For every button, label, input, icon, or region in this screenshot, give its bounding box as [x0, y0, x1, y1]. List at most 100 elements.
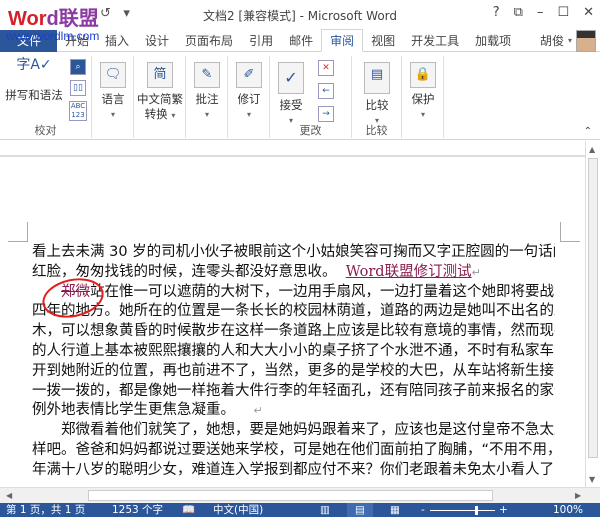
chevron-down-icon: ▾ — [204, 110, 209, 119]
compare-button[interactable]: ▤ 比较 ▾ — [360, 62, 394, 128]
chevron-down-icon: ▾ — [420, 110, 425, 119]
collapse-ribbon-button[interactable]: ⌃ — [584, 126, 592, 137]
tab-addins[interactable]: 加载项 — [467, 30, 519, 52]
compare-icon: ▤ — [364, 62, 390, 94]
status-bar: 第 1 页，共 1 页 1253 个字 📖 中文(中国) ▥ ▤ ▦ - + 1… — [0, 503, 600, 517]
page-indicator[interactable]: 第 1 页，共 1 页 — [6, 503, 85, 517]
group-changes: ✓ 接受 ▾ ✕ ← → 更改 — [270, 56, 352, 138]
zoom-in-button[interactable]: + — [499, 503, 508, 517]
track-changes-icon: ✐ — [236, 62, 262, 88]
proofing-status-icon[interactable]: 📖 — [182, 503, 195, 517]
language-label: 语言 — [101, 92, 125, 106]
text-line: 木，可以想象黄昏的时候散步在这样一条道路上应该是比较有意境的事情，然而现在整条路 — [32, 323, 555, 340]
group-language: 🗨 语言 ▾ — [92, 56, 134, 138]
spelling-label: 拼写和语法 — [5, 88, 63, 102]
help-button[interactable]: ? — [493, 5, 500, 20]
paragraph-mark: ↵ — [471, 265, 481, 279]
maximize-button[interactable]: ☐ — [557, 5, 569, 20]
reject-icon[interactable]: ✕ — [318, 60, 334, 76]
word-count[interactable]: 1253 个字 — [112, 503, 163, 517]
watermark-url: www.wordlm.com — [6, 29, 100, 43]
horizontal-scrollbar[interactable]: ◀ ▶ — [0, 487, 600, 503]
watermark-logo: Word联盟 — [8, 8, 99, 30]
zoom-slider[interactable] — [430, 510, 495, 511]
web-layout-icon[interactable]: ▦ — [390, 503, 400, 517]
ruler-area — [0, 141, 585, 157]
text-line: 开到她附近的位置，再也前进不了，当然，更多的是学校的大巴，从车站将新生接了过来， — [32, 362, 555, 379]
research-icon[interactable]: ⌕ — [70, 59, 86, 75]
protect-label: 保护 — [411, 92, 435, 106]
track-changes-button[interactable]: ✐ 修订 ▾ — [234, 62, 264, 122]
text-line: 郑微站在惟一可以遮荫的大树下，一边用手扇风，一边打量着这个她即将要战斗和生活 — [61, 283, 555, 300]
group-label: 比较 — [365, 124, 388, 137]
accept-label: 接受 — [279, 98, 303, 112]
accept-icon: ✓ — [278, 62, 304, 94]
margin-corner — [560, 222, 580, 242]
close-button[interactable]: ✕ — [583, 5, 594, 20]
text-line: 的人行道上基本被熙熙攘攘的人和大大小小的桌子挤了个水泄不通，不时有私家车、出租车 — [32, 342, 555, 359]
group-proofing: 字A✓ 拼写和语法 ⌕ ▯▯ ABC 123 校对 — [0, 56, 92, 138]
user-account[interactable]: 胡俊 ▾ — [540, 29, 600, 52]
accept-button[interactable]: ✓ 接受 ▾ — [276, 62, 306, 128]
conversion-label: 中文简繁 — [137, 92, 183, 106]
tab-developer[interactable]: 开发工具 — [403, 30, 467, 52]
text-line: 例外地表情比学生更焦急凝重。 ↵ — [32, 402, 263, 419]
tab-layout[interactable]: 页面布局 — [177, 30, 241, 52]
scroll-up-icon[interactable]: ▲ — [589, 145, 595, 154]
text-line: 红脸，匆匆找钱的时候，连零头都没好意思收。 Word联盟修订测试↵ — [32, 263, 481, 280]
protect-button[interactable]: 🔒 保护 ▾ — [408, 62, 438, 122]
document-text[interactable]: 看上去未满 30 岁的司机小伙子被眼前这个小姑娘笑容可掬而又字正腔圆的一句话闹了… — [32, 243, 555, 481]
track-label: 修订 — [237, 92, 261, 106]
tab-mailings[interactable]: 邮件 — [281, 30, 321, 52]
scroll-right-icon[interactable]: ▶ — [575, 491, 581, 500]
language-button[interactable]: 🗨 语言 ▾ — [98, 62, 128, 122]
zoom-slider-thumb[interactable] — [475, 506, 478, 515]
group-comments: ✎ 批注 ▾ — [186, 56, 228, 138]
tab-references[interactable]: 引用 — [241, 30, 281, 52]
margin-corner — [8, 222, 28, 242]
previous-change-icon[interactable]: ← — [318, 83, 334, 99]
group-label: 更改 — [299, 124, 322, 137]
document-page[interactable]: 看上去未满 30 岁的司机小伙子被眼前这个小姑娘笑容可掬而又字正腔圆的一句话闹了… — [0, 159, 585, 487]
compare-label: 比较 — [365, 98, 389, 112]
print-layout-icon[interactable]: ▤ — [347, 503, 373, 517]
text-line: 年满十八岁的聪明少女，难道连入学报到都应付不来？你们老跟着未免太小看人了，别忘了 — [32, 461, 555, 478]
next-change-icon[interactable]: → — [318, 106, 334, 122]
text-line: 看上去未满 30 岁的司机小伙子被眼前这个小姑娘笑容可掬而又字正腔圆的一句话闹了… — [32, 244, 555, 260]
word-count-icon[interactable]: ABC 123 — [69, 101, 87, 121]
minimize-button[interactable]: – — [537, 5, 544, 20]
paragraph-mark: ↵ — [253, 404, 263, 418]
chevron-down-icon: ▾ — [110, 110, 115, 119]
scroll-left-icon[interactable]: ◀ — [6, 491, 12, 500]
group-protect: 🔒 保护 ▾ — [402, 56, 444, 138]
chinese-conversion-button[interactable]: 简 中文简繁 转换 ▾ — [136, 62, 184, 123]
text-line: 样吧。爸爸和妈妈都说过要送她来学校，可是她在他们面前拍了胸脯，“不用不用，我一个 — [32, 441, 555, 458]
avatar — [576, 29, 596, 52]
chevron-down-icon: ▾ — [246, 110, 251, 119]
vertical-scrollbar[interactable]: ▲ ▼ — [585, 141, 600, 487]
scrollbar-thumb[interactable] — [88, 490, 493, 501]
tab-design[interactable]: 设计 — [137, 30, 177, 52]
scroll-down-icon[interactable]: ▼ — [589, 475, 595, 484]
zoom-level[interactable]: 100% — [553, 503, 583, 517]
tab-review[interactable]: 审阅 — [321, 29, 364, 52]
comment-label: 批注 — [195, 92, 219, 106]
ribbon-display-button[interactable]: ⧉ — [514, 5, 523, 20]
zoom-out-button[interactable]: - — [421, 503, 425, 517]
text-line: 一拨一拨的，都是像她一样拖着大件行李的年轻面孔，还有陪同孩子前来报名的家长，无一 — [32, 382, 555, 399]
lock-icon: 🔒 — [410, 62, 436, 88]
conversion-icon: 简 — [147, 62, 173, 88]
comment-button[interactable]: ✎ 批注 ▾ — [192, 62, 222, 122]
title-bar: ↺ ▾ 文档2 [兼容模式] - Microsoft Word Word联盟 ?… — [0, 0, 600, 30]
read-mode-icon[interactable]: ▥ — [320, 503, 330, 517]
thesaurus-icon[interactable]: ▯▯ — [70, 80, 86, 96]
scrollbar-thumb[interactable] — [588, 158, 598, 458]
language-status[interactable]: 中文(中国) — [213, 503, 263, 517]
spelling-grammar-button[interactable]: 字A✓ 拼写和语法 — [4, 58, 64, 103]
inserted-revision: Word联盟修订测试 — [345, 263, 472, 280]
text-line: 四年的地方。她所在的位置是一条长长的校园林荫道，道路的两边是她叫不出名的亚热带树 — [32, 303, 555, 320]
ribbon: 字A✓ 拼写和语法 ⌕ ▯▯ ABC 123 校对 🗨 语言 ▾ 简 中文简繁 … — [0, 52, 600, 140]
tab-insert[interactable]: 插入 — [97, 30, 137, 52]
language-icon: 🗨 — [100, 62, 126, 88]
tab-view[interactable]: 视图 — [363, 30, 403, 52]
